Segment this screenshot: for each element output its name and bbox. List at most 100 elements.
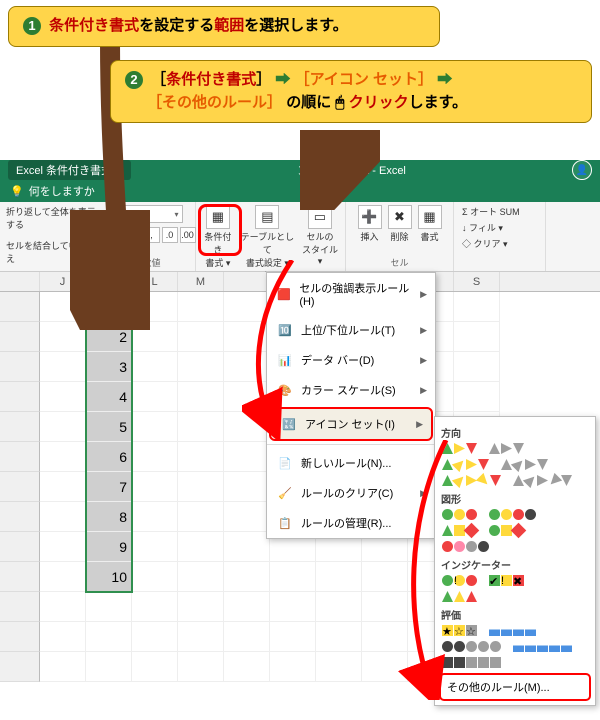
iconset-option[interactable] <box>441 474 502 487</box>
cell[interactable] <box>224 442 270 472</box>
cell[interactable] <box>40 532 86 562</box>
menu-color-scales[interactable]: 🎨カラー スケール(S)▶ <box>267 375 435 405</box>
cell[interactable] <box>454 352 500 382</box>
cell[interactable] <box>40 292 86 322</box>
cell[interactable] <box>178 382 224 412</box>
cell[interactable] <box>86 622 132 652</box>
cell[interactable] <box>270 652 316 682</box>
iconset-option[interactable] <box>488 442 525 455</box>
menu-manage-rules[interactable]: 📋ルールの管理(R)... <box>267 508 435 538</box>
row-header[interactable] <box>0 622 40 652</box>
menu-top-bottom-rules[interactable]: 🔟上位/下位ルール(T)▶ <box>267 315 435 345</box>
cell[interactable] <box>178 532 224 562</box>
row-header[interactable] <box>0 472 40 502</box>
more-rules-button[interactable]: その他のルール(M)... <box>439 673 591 701</box>
cell[interactable] <box>178 352 224 382</box>
cell[interactable] <box>454 292 500 322</box>
cell[interactable] <box>270 622 316 652</box>
cell[interactable] <box>224 622 270 652</box>
iconset-option[interactable] <box>441 524 478 537</box>
cell[interactable] <box>178 592 224 622</box>
tell-me[interactable]: 💡 何をしますか <box>0 180 600 202</box>
cell[interactable] <box>362 652 408 682</box>
cell[interactable]: 4 <box>86 382 132 412</box>
cell[interactable] <box>224 502 270 532</box>
cell[interactable] <box>178 622 224 652</box>
cell[interactable] <box>40 472 86 502</box>
fill-button[interactable]: ↓ フィル ▾ <box>462 221 503 234</box>
cell[interactable] <box>224 652 270 682</box>
cell[interactable] <box>224 562 270 592</box>
cell[interactable] <box>132 532 178 562</box>
cell[interactable] <box>178 412 224 442</box>
delete-button[interactable]: ✖削除 <box>388 205 412 243</box>
iconset-option[interactable] <box>512 474 573 487</box>
col-header[interactable] <box>224 272 270 291</box>
cell[interactable]: 7 <box>86 472 132 502</box>
row-header[interactable] <box>0 502 40 532</box>
cell[interactable] <box>224 292 270 322</box>
clear-button[interactable]: ◇ クリア ▾ <box>462 237 508 250</box>
cell[interactable] <box>224 412 270 442</box>
iconset-option[interactable] <box>488 508 537 521</box>
cell[interactable] <box>224 382 270 412</box>
row-header[interactable] <box>0 412 40 442</box>
iconset-option[interactable]: ★☆☆ <box>441 624 478 637</box>
iconset-option[interactable] <box>441 590 478 603</box>
iconset-option[interactable] <box>441 656 502 669</box>
cell[interactable] <box>40 412 86 442</box>
menu-new-rule[interactable]: 📄新しいルール(N)... <box>267 448 435 478</box>
col-header[interactable]: K <box>86 272 132 291</box>
cell[interactable] <box>178 652 224 682</box>
cell[interactable]: 10 <box>86 562 132 592</box>
cell[interactable] <box>132 292 178 322</box>
row-header[interactable] <box>0 352 40 382</box>
cell[interactable] <box>316 562 362 592</box>
row-header[interactable] <box>0 322 40 352</box>
cell[interactable]: 5 <box>86 412 132 442</box>
iconset-option[interactable]: ✔!✖ <box>488 574 525 587</box>
cell-styles-button[interactable]: ▭ セルの スタイル ▾ <box>301 205 339 269</box>
row-header[interactable] <box>0 652 40 682</box>
cell[interactable] <box>40 382 86 412</box>
menu-data-bars[interactable]: 📊データ バー(D)▶ <box>267 345 435 375</box>
cell[interactable]: 1 <box>86 292 132 322</box>
row-header[interactable] <box>0 562 40 592</box>
cell[interactable] <box>316 622 362 652</box>
cell[interactable]: 6 <box>86 442 132 472</box>
cell[interactable] <box>40 502 86 532</box>
cell[interactable] <box>178 562 224 592</box>
cell[interactable] <box>178 502 224 532</box>
col-header[interactable]: J <box>40 272 86 291</box>
cell[interactable]: 8 <box>86 502 132 532</box>
iconset-option[interactable] <box>488 524 525 537</box>
cell[interactable] <box>178 442 224 472</box>
cell[interactable] <box>224 592 270 622</box>
cell[interactable] <box>40 652 86 682</box>
cell[interactable] <box>224 472 270 502</box>
dec-inc-button[interactable]: .00 <box>180 227 196 243</box>
cell[interactable] <box>132 412 178 442</box>
menu-clear-rules[interactable]: 🧹ルールのクリア(C)▶ <box>267 478 435 508</box>
iconset-option[interactable] <box>500 458 549 471</box>
row-header[interactable] <box>0 592 40 622</box>
iconset-option[interactable] <box>441 540 490 553</box>
number-format-combo[interactable]: 標準 <box>121 205 183 223</box>
autosum-button[interactable]: Σ オート SUM <box>462 205 520 218</box>
cell[interactable] <box>178 472 224 502</box>
cell[interactable] <box>132 502 178 532</box>
cell[interactable] <box>132 592 178 622</box>
cell[interactable] <box>270 562 316 592</box>
conditional-format-button[interactable]: ▦ 条件付き 書式 ▾ <box>202 205 234 269</box>
cell[interactable] <box>132 652 178 682</box>
cell[interactable] <box>316 592 362 622</box>
cell[interactable] <box>224 322 270 352</box>
cell[interactable] <box>454 382 500 412</box>
cell[interactable] <box>40 442 86 472</box>
iconset-option[interactable] <box>441 640 502 653</box>
row-header[interactable] <box>0 442 40 472</box>
cell[interactable] <box>132 382 178 412</box>
cell[interactable] <box>270 592 316 622</box>
cell[interactable] <box>132 622 178 652</box>
col-header[interactable]: S <box>454 272 500 291</box>
